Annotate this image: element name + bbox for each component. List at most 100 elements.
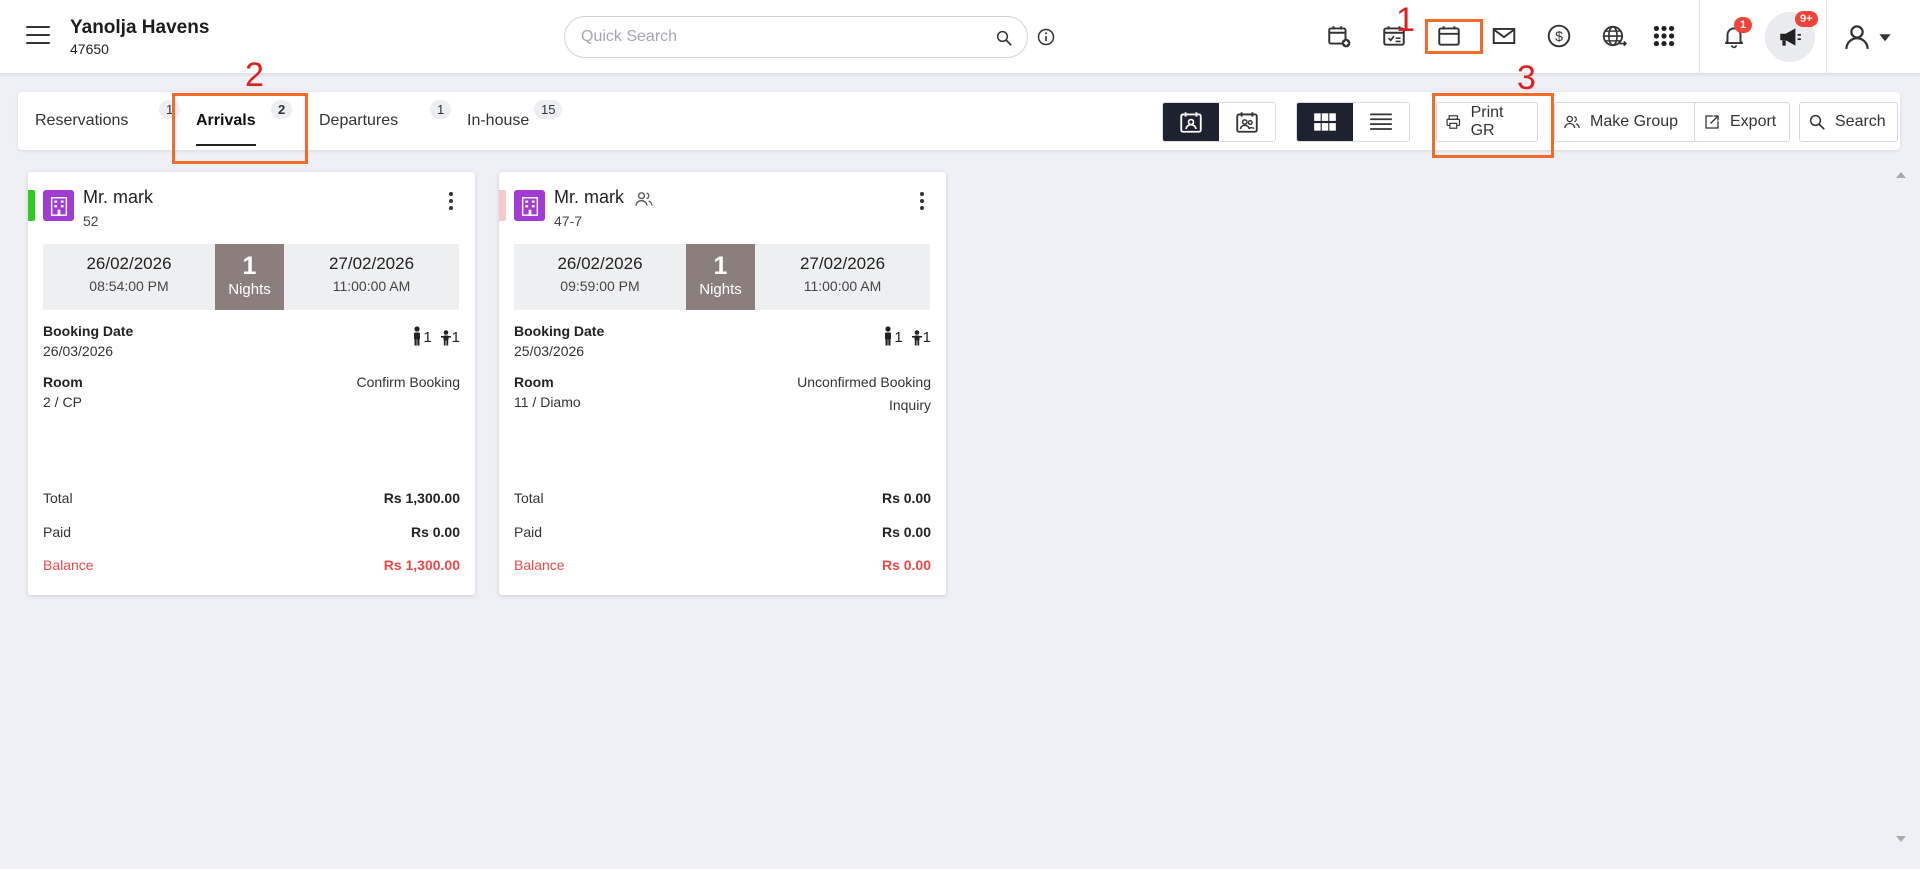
hotel-name: Yanolja Havens [70, 17, 210, 38]
group-guest-view-button[interactable] [1219, 103, 1275, 141]
adult-count: 1 [423, 329, 432, 346]
guest-name[interactable]: Mr. mark [554, 187, 624, 208]
tab-count: 15 [534, 100, 563, 119]
reservation-card[interactable]: Mr. mark 52 26/02/2026 08:54:00 PM 1 Nig… [28, 172, 475, 595]
announcement-badge: 9+ [1795, 11, 1818, 27]
search-icon[interactable] [995, 29, 1013, 47]
quick-search [564, 16, 1028, 58]
quick-search-input[interactable] [581, 26, 981, 48]
departure-time: 11:00:00 AM [803, 278, 882, 294]
child-count: 1 [922, 329, 931, 346]
scroll-up-arrow[interactable] [1896, 172, 1906, 178]
booking-date-label: Booking Date [514, 323, 605, 339]
make-group-button[interactable]: Make Group [1554, 102, 1702, 142]
reservation-number: 52 [83, 213, 99, 229]
group-icon [635, 192, 653, 206]
balance-label: Balance [514, 557, 565, 573]
booking-status: Unconfirmed Booking [797, 374, 931, 390]
tab-label: Reservations [35, 112, 129, 129]
grid-view-button[interactable] [1297, 103, 1353, 141]
nights-box: 1 Nights [686, 244, 755, 310]
menu-icon[interactable] [26, 26, 50, 46]
megaphone-icon [1780, 28, 1801, 46]
export-button[interactable]: Export [1694, 102, 1790, 142]
tab-departures[interactable]: Departures 1 [319, 92, 452, 150]
stay-dates: 26/02/2026 09:59:00 PM 1 Nights 27/02/20… [514, 244, 930, 310]
more-options-icon[interactable] [916, 190, 928, 212]
caret-down-icon [1879, 34, 1891, 42]
departure-date: 27/02/2026 [799, 254, 886, 273]
annotation-number: 1 [1396, 1, 1415, 39]
total-value: Rs 0.00 [881, 490, 931, 506]
user-menu[interactable] [1842, 20, 1906, 54]
apps-grid-icon[interactable] [1650, 22, 1678, 50]
guest-name[interactable]: Mr. mark [83, 187, 153, 208]
more-options-icon[interactable] [445, 190, 457, 212]
balance-label: Balance [43, 557, 94, 573]
new-reservation-icon[interactable] [1325, 22, 1353, 50]
top-bar: Yanolja Havens 47650 $ 1 9+ [0, 0, 1920, 74]
pax-count: 1 1 [876, 326, 931, 346]
single-guest-view-button[interactable] [1163, 103, 1219, 141]
export-label: Export [1730, 113, 1777, 130]
arrival-time: 09:59:00 PM [560, 278, 640, 294]
status-indicator [499, 190, 506, 221]
room-label: Room [514, 374, 554, 390]
list-view-button[interactable] [1353, 103, 1409, 141]
arrival: 26/02/2026 08:54:00 PM [43, 254, 215, 294]
adult-count: 1 [894, 329, 903, 346]
child-count: 1 [451, 329, 460, 346]
booking-status-secondary: Inquiry [888, 397, 931, 413]
reservation-number: 47-7 [554, 213, 583, 229]
mail-icon[interactable] [1490, 22, 1518, 50]
tab-label: Departures [319, 112, 399, 129]
make-group-label: Make Group [1590, 113, 1679, 130]
departure-date: 27/02/2026 [328, 254, 415, 273]
room-label: Room [43, 374, 83, 390]
total-value: Rs 1,300.00 [383, 490, 460, 506]
nights-count: 1 [242, 252, 257, 280]
user-icon [1845, 25, 1869, 49]
divider [1826, 0, 1827, 74]
hotel-id: 47650 [70, 41, 109, 57]
dollar-icon[interactable]: $ [1545, 22, 1573, 50]
layout-toggle [1296, 102, 1410, 142]
annotation-number: 2 [245, 56, 264, 94]
booking-date-value: 26/03/2026 [43, 343, 114, 359]
group-icon [1564, 115, 1580, 129]
balance-value: Rs 0.00 [881, 557, 931, 573]
globe-icon[interactable] [1600, 22, 1628, 50]
nights-label: Nights [228, 281, 271, 298]
calendar-person-icon [1180, 112, 1202, 133]
booking-status: Confirm Booking [356, 374, 461, 390]
paid-value: Rs 0.00 [410, 524, 460, 540]
tab-in-house[interactable]: In-house 15 [467, 92, 563, 150]
adult-icon [414, 326, 421, 346]
tab-count: 1 [430, 100, 452, 119]
stay-dates: 26/02/2026 08:54:00 PM 1 Nights 27/02/20… [43, 244, 459, 310]
guest-view-toggle [1162, 102, 1276, 142]
list-icon [1370, 113, 1392, 130]
grid-icon [1314, 113, 1336, 131]
building-icon [514, 190, 545, 221]
departure: 27/02/2026 11:00:00 AM [755, 254, 930, 294]
search-button[interactable]: Search [1799, 102, 1898, 142]
scroll-down-arrow[interactable] [1896, 836, 1906, 842]
room-value: 11 / Diamo [514, 394, 581, 410]
notification-badge: 1 [1734, 17, 1752, 33]
reservation-card[interactable]: Mr. mark 47-7 26/02/2026 09:59:00 PM 1 N… [499, 172, 946, 595]
paid-label: Paid [43, 524, 72, 540]
search-icon [1809, 114, 1825, 130]
arrival-time: 08:54:00 PM [89, 278, 169, 294]
info-icon[interactable] [1036, 27, 1056, 47]
departure: 27/02/2026 11:00:00 AM [284, 254, 459, 294]
nights-box: 1 Nights [215, 244, 284, 310]
balance-value: Rs 1,300.00 [383, 557, 460, 573]
tab-reservations[interactable]: Reservations 1 [35, 92, 181, 150]
building-icon [43, 190, 74, 221]
pax-count: 1 1 [405, 326, 460, 346]
booking-date-value: 25/03/2026 [514, 343, 585, 359]
highlight-box-calendar [1425, 19, 1483, 54]
search-label: Search [1835, 113, 1886, 130]
arrival-date: 26/02/2026 [86, 254, 172, 273]
